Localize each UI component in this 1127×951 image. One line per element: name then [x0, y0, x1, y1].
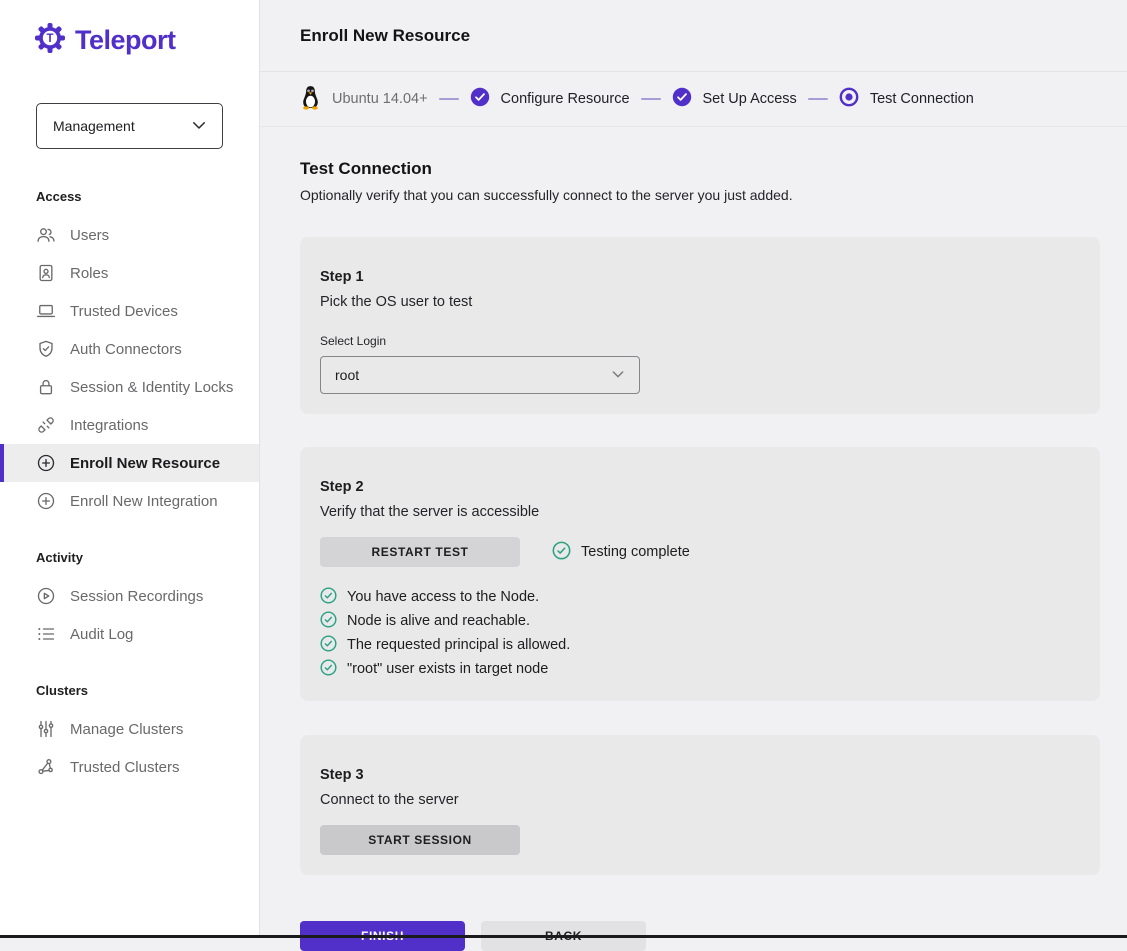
linux-penguin-icon [300, 85, 321, 114]
sidebar-item-label: Integrations [70, 417, 148, 434]
sidebar-item-label: Enroll New Resource [70, 455, 220, 472]
stepper-step-label: Test Connection [870, 91, 974, 107]
sidebar-item-users[interactable]: Users [0, 216, 259, 254]
check-item: You have access to the Node. [320, 585, 1080, 609]
plug-icon [36, 415, 56, 435]
step3-card: Step 3 Connect to the server START SESSI… [300, 735, 1100, 875]
sidebar-item-enroll-new-resource[interactable]: Enroll New Resource [0, 444, 259, 482]
check-item-text: "root" user exists in target node [347, 661, 548, 677]
sidebar-section-clusters: Clusters [36, 683, 259, 698]
workspace-selector[interactable]: Management [36, 103, 223, 149]
sidebar-item-auth-connectors[interactable]: Auth Connectors [0, 330, 259, 368]
check-item-text: You have access to the Node. [347, 589, 539, 605]
sidebar-item-label: Auth Connectors [70, 341, 182, 358]
sidebar-item-label: Manage Clusters [70, 721, 183, 738]
check-item: Node is alive and reachable. [320, 609, 1080, 633]
step-complete-check-icon [672, 87, 692, 111]
shield-check-icon [36, 339, 56, 359]
chevron-down-icon [610, 366, 626, 385]
sidebar-item-session-recordings[interactable]: Session Recordings [0, 577, 259, 615]
circle-plus-icon [36, 453, 56, 473]
sidebar-item-enroll-new-integration[interactable]: Enroll New Integration [0, 482, 259, 520]
check-item-text: Node is alive and reachable. [347, 613, 530, 629]
login-select-value: root [335, 367, 359, 383]
lock-icon [36, 377, 56, 397]
success-check-icon [320, 635, 337, 656]
sliders-icon [36, 719, 56, 739]
step3-title: Step 3 [320, 767, 1080, 783]
page-title: Enroll New Resource [300, 26, 470, 46]
stepper-dash [439, 98, 459, 100]
sidebar-item-trusted-clusters[interactable]: Trusted Clusters [0, 748, 259, 786]
network-icon [36, 757, 56, 777]
sidebar: T Teleport Management Access Users Roles… [0, 0, 260, 935]
enroll-stepper: Ubuntu 14.04+ Configure Resource Set Up … [260, 72, 1127, 127]
sidebar-section-activity: Activity [36, 550, 259, 565]
sidebar-item-trusted-devices[interactable]: Trusted Devices [0, 292, 259, 330]
sidebar-item-label: Session Recordings [70, 588, 203, 605]
test-status: Testing complete [552, 541, 690, 564]
sidebar-item-label: Trusted Clusters [70, 759, 179, 776]
step1-card: Step 1 Pick the OS user to test Select L… [300, 237, 1100, 414]
step-current-bullseye-icon [839, 87, 859, 111]
sidebar-item-roles[interactable]: Roles [0, 254, 259, 292]
stepper-step-label: Configure Resource [501, 91, 630, 107]
sidebar-item-label: Audit Log [70, 626, 133, 643]
step2-description: Verify that the server is accessible [320, 504, 1080, 520]
step1-description: Pick the OS user to test [320, 294, 1080, 310]
sidebar-item-label: Session & Identity Locks [70, 379, 233, 396]
login-select[interactable]: root [320, 356, 640, 394]
success-check-icon [552, 541, 571, 564]
step2-title: Step 2 [320, 479, 1080, 495]
stepper-dash [808, 98, 828, 100]
sidebar-item-label: Enroll New Integration [70, 493, 218, 510]
users-icon [36, 225, 56, 245]
stepper-resource-label: Ubuntu 14.04+ [332, 91, 428, 107]
section-title: Test Connection [300, 159, 1127, 179]
play-circle-icon [36, 586, 56, 606]
id-badge-icon [36, 263, 56, 283]
success-check-icon [320, 611, 337, 632]
step1-title: Step 1 [320, 269, 1080, 285]
check-item: The requested principal is allowed. [320, 633, 1080, 657]
test-status-text: Testing complete [581, 544, 690, 560]
select-login-label: Select Login [320, 334, 1080, 348]
section-subtitle: Optionally verify that you can successfu… [300, 187, 1127, 203]
sidebar-item-manage-clusters[interactable]: Manage Clusters [0, 710, 259, 748]
page-header: Enroll New Resource [260, 0, 1127, 72]
restart-test-button[interactable]: RESTART TEST [320, 537, 520, 567]
start-session-button[interactable]: START SESSION [320, 825, 520, 855]
sidebar-item-label: Trusted Devices [70, 303, 178, 320]
sidebar-item-integrations[interactable]: Integrations [0, 406, 259, 444]
sidebar-item-session-identity-locks[interactable]: Session & Identity Locks [0, 368, 259, 406]
teleport-logo[interactable]: T Teleport [34, 22, 259, 59]
list-icon [36, 624, 56, 644]
circle-plus-icon [36, 491, 56, 511]
svg-text:T: T [46, 33, 53, 45]
stepper-step-label: Set Up Access [703, 91, 797, 107]
workspace-selector-value: Management [53, 118, 135, 134]
content: Test Connection Optionally verify that y… [260, 159, 1127, 951]
sidebar-item-label: Roles [70, 265, 108, 282]
stepper-dash [641, 98, 661, 100]
chevron-down-icon [190, 116, 208, 137]
success-check-icon [320, 587, 337, 608]
sidebar-section-access: Access [36, 189, 259, 204]
check-item-text: The requested principal is allowed. [347, 637, 570, 653]
test-checklist: You have access to the Node. Node is ali… [320, 585, 1080, 681]
laptop-icon [36, 301, 56, 321]
teleport-gear-icon: T [34, 22, 66, 59]
main-area: Enroll New Resource Ubuntu 14.04+ Config… [260, 0, 1127, 935]
step2-card: Step 2 Verify that the server is accessi… [300, 447, 1100, 701]
success-check-icon [320, 659, 337, 680]
step3-description: Connect to the server [320, 792, 1080, 808]
sidebar-item-audit-log[interactable]: Audit Log [0, 615, 259, 653]
brand-name: Teleport [75, 25, 176, 56]
step-complete-check-icon [470, 87, 490, 111]
check-item: "root" user exists in target node [320, 657, 1080, 681]
sidebar-item-label: Users [70, 227, 109, 244]
